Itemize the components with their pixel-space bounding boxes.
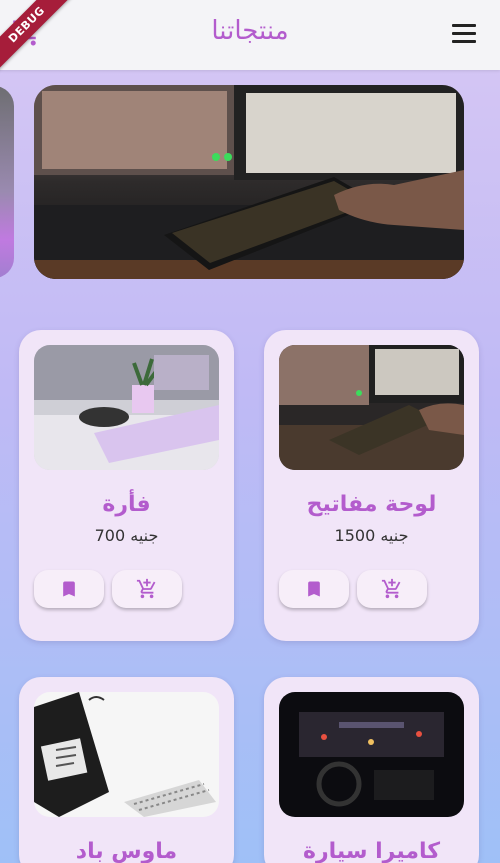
product-image [279,692,464,817]
product-card: لوحة مفاتيح 1500 جنيه [264,330,479,641]
bookmark-button[interactable] [279,570,349,608]
product-price: 700 جنيه [94,526,159,545]
product-card: فأرة 700 جنيه [19,330,234,641]
product-card: كاميرا سيارة [264,677,479,863]
bookmark-icon [63,581,75,597]
carousel-slide-keyboard-image[interactable] [34,85,464,279]
product-name: ماوس باد [75,839,178,863]
carousel-previous-slide[interactable] [0,86,14,278]
product-image [34,692,219,817]
product-price: 1500 جنيه [334,526,409,545]
product-image [34,345,219,470]
bookmark-button[interactable] [34,570,104,608]
add-to-cart-button[interactable] [357,570,427,608]
page-title: منتجاتنا [211,16,289,46]
product-card: ماوس باد [19,677,234,863]
bookmark-icon [308,581,320,597]
product-name: لوحة مفاتيح [306,492,437,517]
product-image [279,345,464,470]
product-name: فأرة [102,492,151,517]
product-name: كاميرا سيارة [302,839,441,863]
add-shopping-cart-icon [136,578,156,599]
app-bar: منتجاتنا [0,0,500,70]
hamburger-menu-icon[interactable] [452,24,476,44]
add-to-cart-button[interactable] [112,570,182,608]
add-shopping-cart-icon [381,578,401,599]
